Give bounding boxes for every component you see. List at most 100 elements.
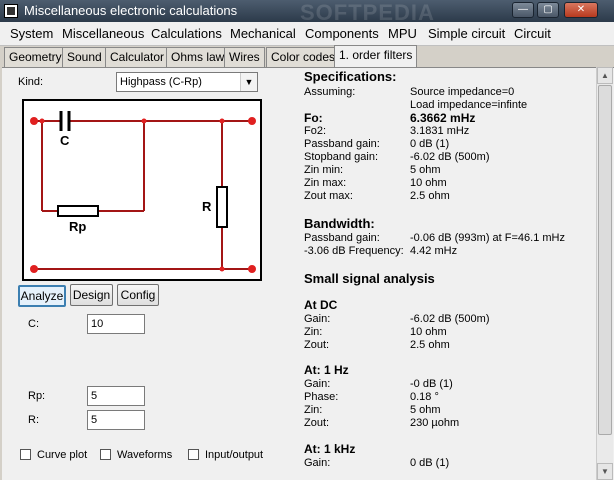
curve-plot-label: Curve plot	[37, 449, 88, 461]
at-1khz-heading: At: 1 kHz	[304, 442, 356, 456]
menu-circuit[interactable]: Circuit	[514, 26, 551, 41]
label-rp: Rp	[69, 219, 86, 234]
close-button[interactable]: ✕	[564, 2, 598, 18]
hz-gain-value: -0 dB (1)	[410, 378, 453, 390]
capacitor-c	[59, 111, 71, 131]
checkbox-box[interactable]	[188, 449, 199, 460]
dc-zin-label: Zin:	[304, 326, 323, 338]
hz-phase-label: Phase:	[304, 391, 339, 403]
tab-sound[interactable]: Sound	[62, 47, 107, 67]
dc-gain-label: Gain:	[304, 313, 331, 325]
fo2-value: 3.1831 mHz	[410, 125, 470, 137]
menu-system[interactable]: System	[10, 26, 53, 41]
junction-mid	[141, 118, 147, 124]
title-bar: Miscellaneous electronic calculations SO…	[0, 0, 614, 25]
khz-gain-value: 0 dB (1)	[410, 457, 450, 469]
r-label: R:	[28, 414, 39, 426]
node-output-ground	[248, 265, 256, 273]
tab-color-codes[interactable]: Color codes	[266, 47, 341, 67]
zin-min-label: Zin min:	[304, 164, 344, 176]
dc-zout-label: Zout:	[304, 339, 330, 351]
bw-3db-value: 4.42 mHz	[410, 245, 458, 257]
window-title: Miscellaneous electronic calculations	[24, 3, 238, 18]
vertical-scrollbar[interactable]: ▲ ▼	[596, 67, 613, 480]
bw-3db-label: -3.06 dB Frequency:	[304, 245, 404, 257]
zin-min-value: 5 ohm	[410, 164, 441, 176]
design-button[interactable]: Design	[70, 284, 113, 306]
hz-zin-value: 5 ohm	[410, 404, 441, 416]
at-dc-heading: At DC	[304, 298, 338, 312]
khz-gain-label: Gain:	[304, 457, 331, 469]
kind-select-value: Highpass (C-Rp)	[120, 76, 202, 88]
fo-label: Fo:	[304, 111, 323, 125]
chevron-down-icon[interactable]: ▼	[240, 73, 257, 91]
c-label: C:	[28, 318, 39, 330]
zin-max-label: Zin max:	[304, 177, 347, 189]
maximize-button[interactable]: ▢	[537, 2, 559, 18]
dc-gain-value: -6.02 dB (500m)	[410, 313, 490, 325]
scroll-up-icon[interactable]: ▲	[597, 67, 613, 84]
resistor-rp	[57, 205, 99, 217]
kind-label: Kind:	[18, 76, 44, 88]
menu-components[interactable]: Components	[305, 26, 379, 41]
rp-input[interactable]: 5	[87, 386, 145, 406]
input-output-label: Input/output	[205, 449, 264, 461]
checkbox-box[interactable]	[100, 449, 111, 460]
stopband-gain-value: -6.02 dB (500m)	[410, 151, 490, 163]
menu-mpu[interactable]: MPU	[388, 26, 417, 41]
waveforms-label: Waveforms	[117, 449, 173, 461]
tab-geometry[interactable]: Geometry	[4, 47, 67, 67]
assuming-source: Source impedance=0	[410, 86, 515, 98]
specifications-heading: Specifications:	[304, 69, 397, 84]
menu-bar: System Miscellaneous Calculations Mechan…	[0, 22, 614, 46]
input-output-checkbox[interactable]: Input/output	[188, 449, 263, 461]
hz-zin-label: Zin:	[304, 404, 323, 416]
scroll-thumb[interactable]	[598, 85, 612, 435]
passband-gain-value: 0 dB (1)	[410, 138, 450, 150]
analyze-button[interactable]: Analyze	[18, 285, 66, 307]
config-button[interactable]: Config	[117, 284, 159, 306]
checkbox-box[interactable]	[20, 449, 31, 460]
tab-1-order-filters[interactable]: 1. order filters	[334, 45, 418, 67]
fo2-label: Fo2:	[304, 125, 327, 137]
node-input-top	[30, 117, 38, 125]
hz-gain-label: Gain:	[304, 378, 331, 390]
at-1hz-heading: At: 1 Hz	[304, 363, 349, 377]
hz-zout-value: 230 µohm	[410, 417, 460, 429]
c-input[interactable]: 10	[87, 314, 145, 334]
label-r: R	[202, 199, 212, 214]
menu-calculations[interactable]: Calculations	[151, 26, 222, 41]
menu-simple-circuit[interactable]: Simple circuit	[428, 26, 505, 41]
r-input[interactable]: 5	[87, 410, 145, 430]
label-c: C	[60, 133, 70, 148]
stopband-gain-label: Stopband gain:	[304, 151, 379, 163]
junction-r-bottom	[219, 266, 225, 272]
menu-miscellaneous[interactable]: Miscellaneous	[62, 26, 144, 41]
minimize-button[interactable]: —	[512, 2, 534, 18]
kind-select[interactable]: Highpass (C-Rp) ▼	[116, 72, 258, 92]
zin-max-value: 10 ohm	[410, 177, 447, 189]
junction-r-top	[219, 118, 225, 124]
circuit-diagram: C Rp R	[22, 99, 262, 281]
dc-zin-value: 10 ohm	[410, 326, 447, 338]
fo-value: 6.3662 mHz	[410, 111, 476, 125]
zout-max-label: Zout max:	[304, 190, 353, 202]
specifications-panel: Specifications: Assuming: Source impedan…	[300, 66, 590, 480]
scroll-down-icon[interactable]: ▼	[597, 463, 613, 480]
node-input-ground	[30, 265, 38, 273]
menu-mechanical[interactable]: Mechanical	[230, 26, 296, 41]
hz-zout-label: Zout:	[304, 417, 330, 429]
app-icon[interactable]	[4, 4, 18, 18]
passband-gain-label: Passband gain:	[304, 138, 380, 150]
small-signal-heading: Small signal analysis	[304, 271, 435, 286]
assuming-load: Load impedance=infinte	[410, 99, 528, 111]
hz-phase-value: 0.18 °	[410, 391, 439, 403]
junction-left	[39, 118, 45, 124]
waveforms-checkbox[interactable]: Waveforms	[100, 449, 172, 461]
tab-wires[interactable]: Wires	[224, 47, 265, 67]
tab-calculator[interactable]: Calculator	[105, 47, 170, 67]
curve-plot-checkbox[interactable]: Curve plot	[20, 449, 87, 461]
resistor-r	[216, 186, 228, 228]
dc-zout-value: 2.5 ohm	[410, 339, 450, 351]
tab-ohms-law[interactable]: Ohms law	[166, 47, 230, 67]
